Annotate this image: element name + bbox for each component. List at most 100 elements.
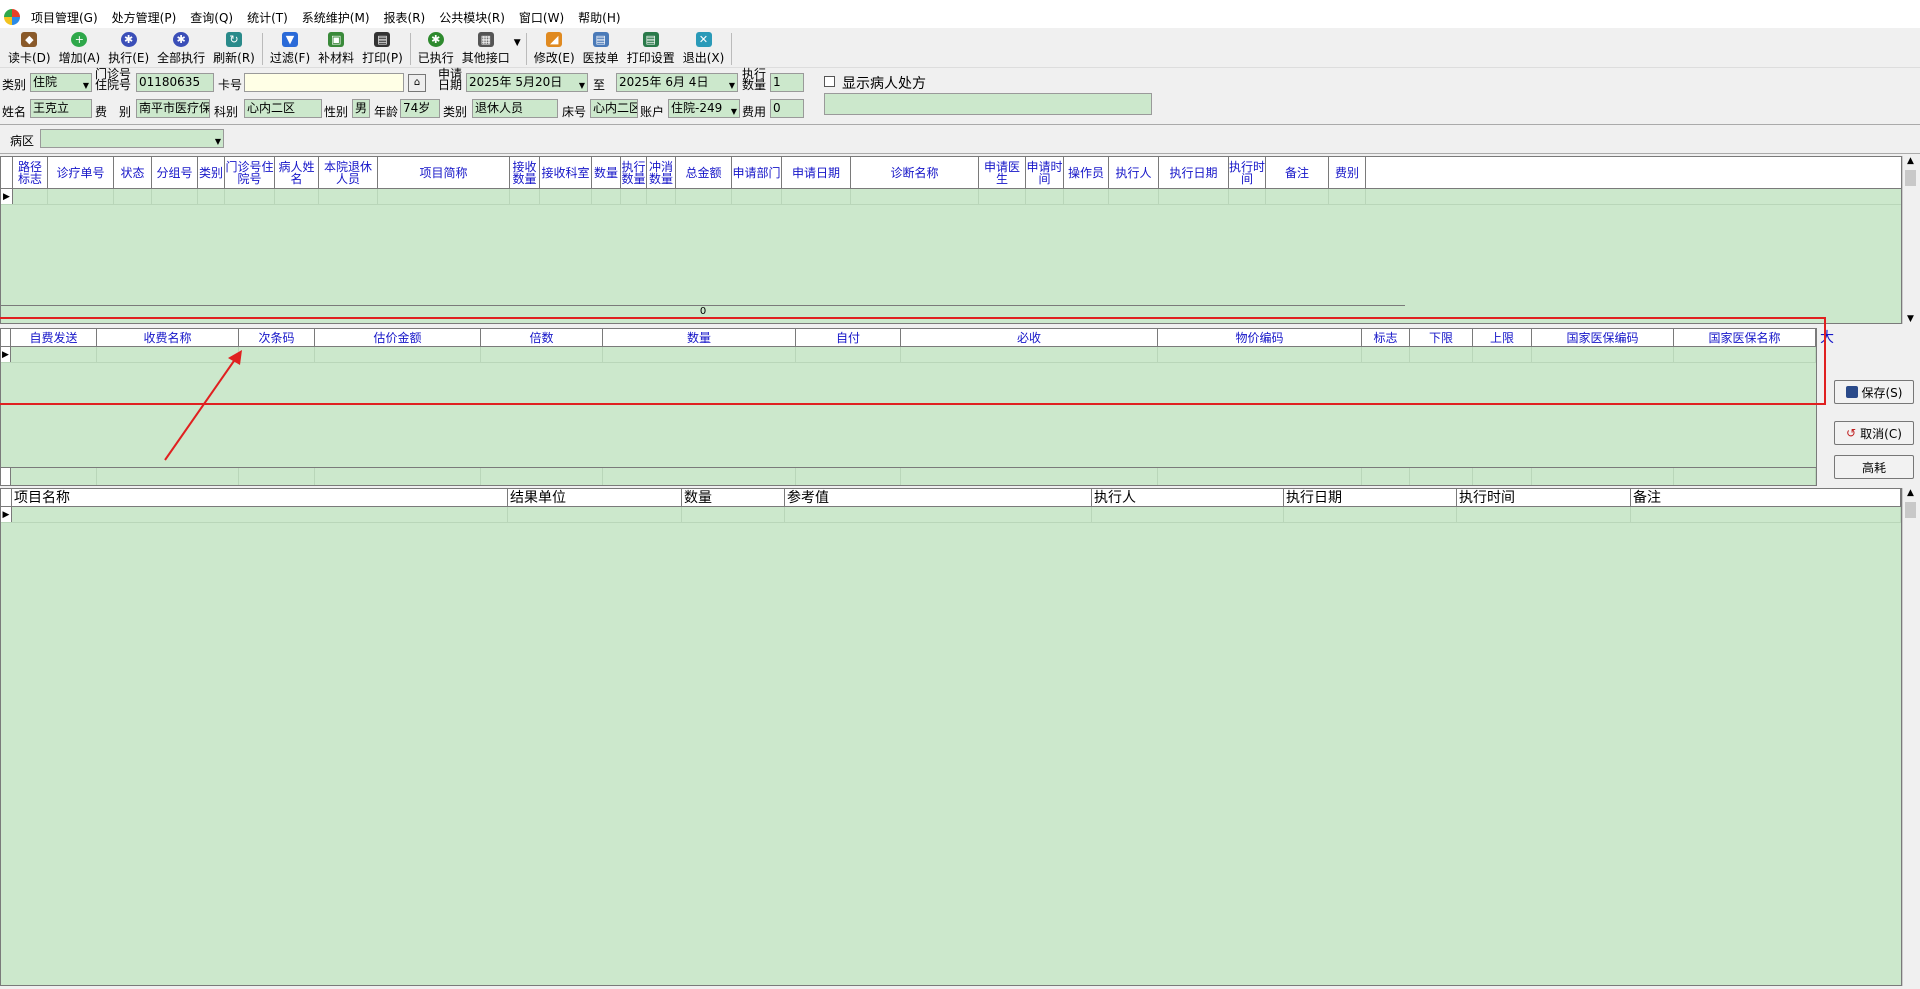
high-consumable-button[interactable]: 高耗 <box>1834 455 1914 479</box>
column-header[interactable]: 执行日期 <box>1284 489 1457 506</box>
menu-item-prescription[interactable]: 处方管理(P) <box>105 9 184 26</box>
table-cell[interactable] <box>1631 507 1901 522</box>
card-reader-icon[interactable]: ⌂ <box>408 74 426 92</box>
column-header[interactable]: 状态 <box>114 157 152 188</box>
table-cell[interactable] <box>785 507 1092 522</box>
column-header[interactable]: 数量 <box>682 489 785 506</box>
date-to-picker[interactable]: 2025年 6月 4日 <box>616 73 738 92</box>
type-field[interactable]: 退休人员 <box>472 99 558 118</box>
filter-button[interactable]: ▼ 过滤(F) <box>266 30 314 66</box>
scroll-up-icon[interactable]: ▲ <box>1903 156 1918 166</box>
table-cell[interactable] <box>198 189 225 204</box>
column-header[interactable]: 诊断名称 <box>851 157 979 188</box>
column-header[interactable]: 备注 <box>1631 489 1901 506</box>
column-header[interactable]: 路径标志 <box>13 157 48 188</box>
orders-vertical-scrollbar[interactable]: ▲ ▼ <box>1902 156 1918 324</box>
column-header[interactable]: 本院退休人员 <box>319 157 378 188</box>
table-cell[interactable] <box>225 189 275 204</box>
column-header[interactable]: 项目简称 <box>378 157 510 188</box>
date-from-picker[interactable]: 2025年 5月20日 <box>466 73 588 92</box>
table-cell[interactable] <box>1026 189 1064 204</box>
table-cell[interactable] <box>592 189 621 204</box>
column-header[interactable]: 申请部门 <box>732 157 782 188</box>
table-cell[interactable] <box>1266 189 1329 204</box>
menu-item-statistics[interactable]: 统计(T) <box>240 9 295 26</box>
print-button[interactable]: ▤ 打印(P) <box>358 30 407 66</box>
column-header[interactable]: 申请时间 <box>1026 157 1064 188</box>
outpatient-number-field[interactable]: 01180635 <box>136 73 214 92</box>
table-cell[interactable] <box>732 189 782 204</box>
add-button[interactable]: + 增加(A) <box>55 30 105 66</box>
table-cell[interactable] <box>510 189 540 204</box>
table-cell[interactable] <box>1109 189 1159 204</box>
age-field[interactable]: 74岁 <box>400 99 440 118</box>
column-header[interactable]: 费别 <box>1329 157 1366 188</box>
table-cell[interactable] <box>782 189 851 204</box>
column-header[interactable]: 结果单位 <box>508 489 682 506</box>
table-cell[interactable] <box>1092 507 1284 522</box>
category-select[interactable]: 住院 <box>30 73 92 92</box>
fee-field[interactable]: 南平市医疗保 <box>136 99 210 118</box>
table-cell[interactable] <box>979 189 1026 204</box>
column-header[interactable]: 总金额 <box>676 157 732 188</box>
column-header[interactable]: 病人姓名 <box>275 157 319 188</box>
show-rx-checkbox[interactable] <box>824 76 835 87</box>
execute-button[interactable]: ✱ 执行(E) <box>104 30 153 66</box>
table-row[interactable]: ▶ <box>1 189 1901 205</box>
column-header[interactable]: 参考值 <box>785 489 1092 506</box>
menu-item-query[interactable]: 查询(Q) <box>183 9 240 26</box>
other-interface-dropdown[interactable]: ▼ <box>514 30 523 66</box>
executed-button[interactable]: ✱ 已执行 <box>414 30 458 66</box>
table-cell[interactable] <box>621 189 647 204</box>
cost-field[interactable]: 0 <box>770 99 804 118</box>
ward-select[interactable] <box>40 129 224 148</box>
column-header[interactable]: 数量 <box>592 157 621 188</box>
column-header[interactable]: 备注 <box>1266 157 1329 188</box>
menu-item-public[interactable]: 公共模块(R) <box>432 9 512 26</box>
exec-qty-field[interactable]: 1 <box>770 73 804 92</box>
column-header[interactable]: 执行时间 <box>1457 489 1631 506</box>
save-button[interactable]: 保存(S) <box>1834 380 1914 404</box>
column-header[interactable]: 接收数量 <box>510 157 540 188</box>
exit-button[interactable]: ✕ 退出(X) <box>679 30 729 66</box>
column-header[interactable]: 项目名称 <box>12 489 508 506</box>
table-cell[interactable] <box>851 189 979 204</box>
cancel-button[interactable]: ↺ 取消(C) <box>1834 421 1914 445</box>
table-cell[interactable] <box>1329 189 1366 204</box>
supplement-button[interactable]: ▣ 补材料 <box>314 30 358 66</box>
table-cell[interactable] <box>114 189 152 204</box>
menu-item-project[interactable]: 项目管理(G) <box>24 9 105 26</box>
table-cell[interactable] <box>12 507 508 522</box>
column-header[interactable]: 类别 <box>198 157 225 188</box>
table-cell[interactable] <box>275 189 319 204</box>
menu-item-window[interactable]: 窗口(W) <box>512 9 571 26</box>
table-cell[interactable] <box>152 189 198 204</box>
scroll-up-icon[interactable]: ▲ <box>1903 488 1918 498</box>
card-number-input[interactable] <box>244 73 404 92</box>
column-header[interactable]: 分组号 <box>152 157 198 188</box>
refresh-button[interactable]: ↻ 刷新(R) <box>209 30 259 66</box>
table-cell[interactable] <box>378 189 510 204</box>
table-cell[interactable] <box>1159 189 1229 204</box>
read-card-button[interactable]: ◆ 读卡(D) <box>4 30 55 66</box>
table-cell[interactable] <box>1284 507 1457 522</box>
sex-field[interactable]: 男 <box>352 99 370 118</box>
column-header[interactable]: 执行人 <box>1092 489 1284 506</box>
scroll-down-icon[interactable]: ▼ <box>1903 314 1918 324</box>
column-header[interactable]: 操作员 <box>1064 157 1109 188</box>
column-header[interactable]: 冲消数量 <box>647 157 676 188</box>
name-field[interactable]: 王克立 <box>30 99 92 118</box>
column-header[interactable]: 执行数量 <box>621 157 647 188</box>
column-header[interactable]: 申请日期 <box>782 157 851 188</box>
print-setup-button[interactable]: ▤ 打印设置 <box>623 30 679 66</box>
modify-button[interactable]: ◢ 修改(E) <box>530 30 579 66</box>
menu-item-report[interactable]: 报表(R) <box>377 9 433 26</box>
table-row[interactable]: ▶ <box>1 507 1901 523</box>
menu-item-help[interactable]: 帮助(H) <box>571 9 627 26</box>
table-cell[interactable] <box>540 189 592 204</box>
table-cell[interactable] <box>1064 189 1109 204</box>
column-header[interactable]: 诊疗单号 <box>48 157 114 188</box>
execute-all-button[interactable]: ✱ 全部执行 <box>153 30 209 66</box>
column-header[interactable]: 执行人 <box>1109 157 1159 188</box>
medtech-sheet-button[interactable]: ▤ 医技单 <box>579 30 623 66</box>
